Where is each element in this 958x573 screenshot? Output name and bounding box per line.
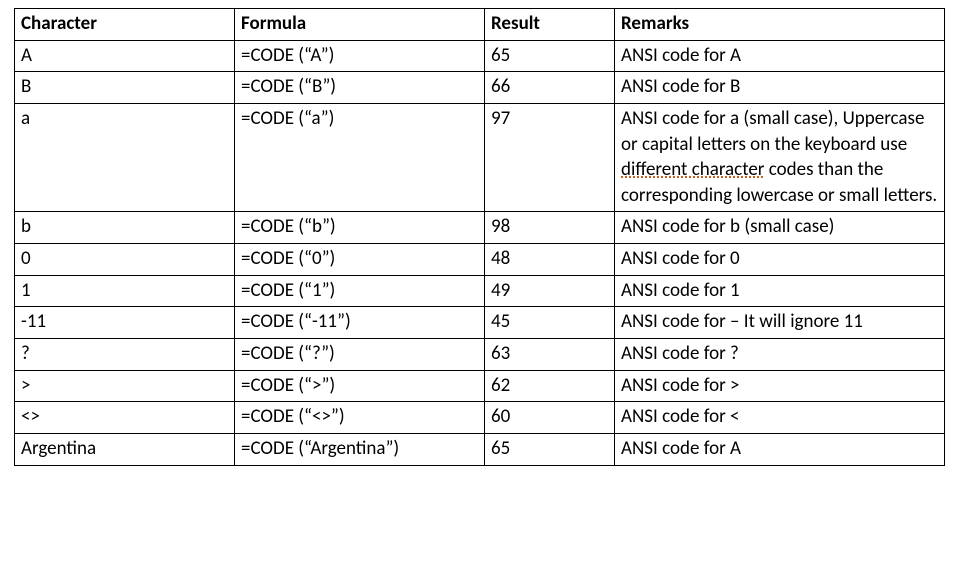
table-row: Argentina =CODE (“Argentina”) 65 ANSI co… (15, 433, 945, 465)
cell-result: 97 (485, 103, 615, 212)
cell-remarks: ANSI code for < (615, 402, 945, 434)
cell-remarks: ANSI code for B (615, 72, 945, 104)
cell-result: 66 (485, 72, 615, 104)
cell-remarks: ANSI code for 0 (615, 244, 945, 276)
code-function-table: Character Formula Result Remarks A =CODE… (14, 8, 945, 466)
cell-formula: =CODE (“A”) (235, 40, 485, 72)
cell-character: b (15, 212, 235, 244)
cell-formula: =CODE (“?”) (235, 339, 485, 371)
table-row: -11 =CODE (“-11”) 45 ANSI code for – It … (15, 307, 945, 339)
cell-formula: =CODE (“-11”) (235, 307, 485, 339)
cell-result: 60 (485, 402, 615, 434)
table-row: <> =CODE (“<>”) 60 ANSI code for < (15, 402, 945, 434)
cell-character: -11 (15, 307, 235, 339)
cell-formula: =CODE (“B”) (235, 72, 485, 104)
cell-formula: =CODE (“b”) (235, 212, 485, 244)
cell-result: 48 (485, 244, 615, 276)
cell-character: ? (15, 339, 235, 371)
header-formula: Formula (235, 9, 485, 41)
cell-character: B (15, 72, 235, 104)
table-row: > =CODE (“>”) 62 ANSI code for > (15, 370, 945, 402)
table-row: A =CODE (“A”) 65 ANSI code for A (15, 40, 945, 72)
cell-character: a (15, 103, 235, 212)
cell-character: A (15, 40, 235, 72)
cell-result: 62 (485, 370, 615, 402)
cell-character: 0 (15, 244, 235, 276)
cell-result: 63 (485, 339, 615, 371)
table-row: ? =CODE (“?”) 63 ANSI code for ? (15, 339, 945, 371)
cell-character: > (15, 370, 235, 402)
cell-remarks: ANSI code for a (small case), Uppercase … (615, 103, 945, 212)
table-header-row: Character Formula Result Remarks (15, 9, 945, 41)
cell-formula: =CODE (“1”) (235, 275, 485, 307)
cell-formula: =CODE (“>”) (235, 370, 485, 402)
header-result: Result (485, 9, 615, 41)
cell-formula: =CODE (“a”) (235, 103, 485, 212)
table-row: 1 =CODE (“1”) 49 ANSI code for 1 (15, 275, 945, 307)
table-row: b =CODE (“b”) 98 ANSI code for b (small … (15, 212, 945, 244)
cell-remarks: ANSI code for A (615, 40, 945, 72)
cell-character: Argentina (15, 433, 235, 465)
remarks-text-pre: ANSI code for a (small case), Uppercase … (621, 107, 924, 156)
spell-grammar-underline: different character (621, 158, 764, 181)
cell-remarks: ANSI code for b (small case) (615, 212, 945, 244)
cell-character: 1 (15, 275, 235, 307)
cell-character: <> (15, 402, 235, 434)
cell-remarks: ANSI code for – It will ignore 11 (615, 307, 945, 339)
cell-result: 98 (485, 212, 615, 244)
cell-remarks: ANSI code for ? (615, 339, 945, 371)
cell-result: 45 (485, 307, 615, 339)
cell-result: 65 (485, 433, 615, 465)
header-character: Character (15, 9, 235, 41)
table-row: 0 =CODE (“0”) 48 ANSI code for 0 (15, 244, 945, 276)
cell-formula: =CODE (“0”) (235, 244, 485, 276)
header-remarks: Remarks (615, 9, 945, 41)
table-row: a =CODE (“a”) 97 ANSI code for a (small … (15, 103, 945, 212)
cell-remarks: ANSI code for > (615, 370, 945, 402)
cell-remarks: ANSI code for A (615, 433, 945, 465)
cell-result: 49 (485, 275, 615, 307)
cell-formula: =CODE (“Argentina”) (235, 433, 485, 465)
cell-remarks: ANSI code for 1 (615, 275, 945, 307)
cell-result: 65 (485, 40, 615, 72)
table-row: B =CODE (“B”) 66 ANSI code for B (15, 72, 945, 104)
cell-formula: =CODE (“<>”) (235, 402, 485, 434)
